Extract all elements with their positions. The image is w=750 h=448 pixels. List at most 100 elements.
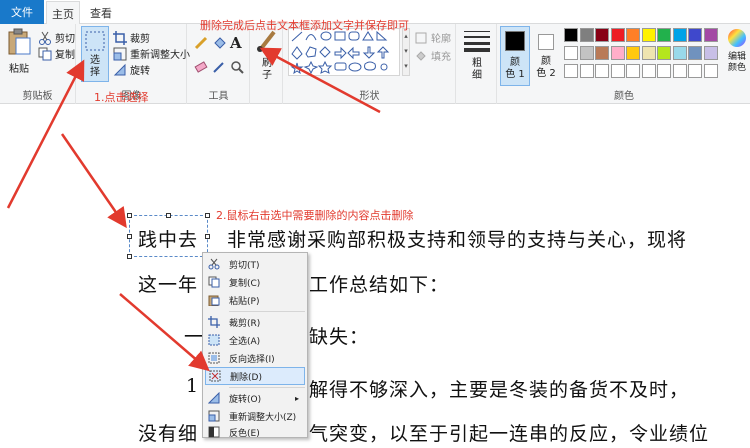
menu-item-paste[interactable]: 粘贴(P) — [205, 291, 305, 309]
clipboard-group-label: 剪贴板 — [22, 91, 53, 102]
palette-swatch[interactable] — [657, 46, 671, 60]
rotate-icon — [207, 391, 221, 405]
outline-button[interactable]: 轮廓 — [414, 30, 451, 45]
colors-group-label: 颜色 — [614, 91, 634, 102]
color2-button[interactable]: 颜 色 2 — [532, 26, 562, 86]
palette-swatch[interactable] — [564, 28, 578, 42]
shapes-gallery-scroll[interactable]: ▴ ▾ ▾ — [402, 28, 410, 76]
palette-swatch[interactable] — [688, 28, 702, 42]
resize-button[interactable]: 重新调整大小 — [113, 46, 190, 61]
context-menu: 剪切(T) 复制(C) 粘贴(P) 裁剪(R) 全选(A) 反向选择(I) 删除… — [202, 252, 308, 441]
selection-handle[interactable] — [127, 213, 132, 218]
eraser-icon[interactable] — [194, 60, 208, 74]
pencil-icon[interactable] — [194, 36, 208, 50]
doc-line-5b: 气突变，以至于引起一连串的反应，令业绩位 — [309, 423, 710, 445]
doc-line-3b: 缺失： — [309, 326, 370, 348]
color2-swatch — [538, 34, 554, 50]
selection-handle[interactable] — [205, 234, 210, 239]
palette-swatch[interactable] — [703, 46, 718, 60]
annotation-step1: 1.点击选择 — [94, 91, 149, 104]
tab-home[interactable]: 主页 — [46, 1, 80, 25]
palette-swatch[interactable] — [564, 46, 578, 60]
menu-item-rotate[interactable]: 旋转(O) ▸ — [205, 389, 305, 407]
palette-swatch[interactable] — [641, 64, 656, 78]
tab-file[interactable]: 文件 — [0, 0, 44, 24]
palette-swatch[interactable] — [626, 46, 640, 60]
shapes-gallery-icons — [290, 30, 390, 75]
palette-swatch[interactable] — [595, 28, 609, 42]
selection-handle[interactable] — [127, 254, 132, 259]
palette-swatch[interactable] — [657, 64, 671, 78]
menu-item-copy[interactable]: 复制(C) — [205, 273, 305, 291]
selection-handle[interactable] — [166, 213, 171, 218]
color1-button[interactable]: 颜 色 1 — [500, 26, 530, 86]
select-button[interactable]: 选 择 — [81, 26, 109, 82]
palette-swatch[interactable] — [595, 46, 609, 60]
doc-line-2a: 这一年 — [138, 274, 199, 296]
palette-swatch[interactable] — [610, 64, 625, 78]
palette-swatch[interactable] — [626, 64, 640, 78]
colors-group: 颜 色 1 颜 色 2 编辑 颜色 颜色 — [498, 24, 750, 104]
cut-button[interactable]: 剪切 — [38, 30, 75, 45]
fill-button[interactable]: 填充 — [414, 48, 451, 63]
size-button[interactable]: 粗 细 — [461, 28, 493, 84]
paint-canvas[interactable]: 践中去 非常感谢采购部积极支持和领导的支持与关心，现将 这一年 工作总结如下： … — [0, 105, 750, 448]
palette-swatch[interactable] — [703, 28, 718, 42]
menu-item-select-all[interactable]: 全选(A) — [205, 331, 305, 349]
menu-item-invert-selection[interactable]: 反向选择(I) — [205, 349, 305, 367]
annotation-step2: 2.鼠标右击选中需要删除的内容点击删除 — [216, 209, 414, 222]
palette-swatch[interactable] — [610, 28, 625, 42]
menu-item-delete[interactable]: 删除(D) — [205, 367, 305, 385]
text-tool-icon[interactable]: A — [230, 34, 242, 52]
fill-bucket-icon[interactable] — [212, 36, 226, 50]
palette-swatch[interactable] — [672, 46, 687, 60]
brushes-button[interactable]: 刷 子 — [253, 26, 281, 86]
palette-swatch[interactable] — [672, 64, 687, 78]
color-palette — [564, 28, 720, 84]
palette-swatch[interactable] — [579, 64, 594, 78]
palette-swatch[interactable] — [641, 46, 656, 60]
crop-icon — [113, 30, 127, 45]
resize-icon — [113, 47, 127, 61]
palette-swatch[interactable] — [657, 28, 671, 42]
menu-item-crop[interactable]: 裁剪(R) — [205, 313, 305, 331]
palette-swatch[interactable] — [579, 46, 594, 60]
select-all-icon — [207, 333, 221, 347]
doc-line-5a: 没有细 — [138, 423, 199, 445]
magnifier-icon[interactable] — [230, 60, 244, 74]
color-picker-icon[interactable] — [212, 60, 226, 74]
paste-button[interactable]: 粘贴 — [4, 28, 34, 84]
palette-swatch[interactable] — [564, 64, 578, 78]
edit-colors-button[interactable]: 编辑 颜色 — [724, 28, 750, 84]
palette-swatch[interactable] — [641, 28, 656, 42]
resize-label: 重新调整大小 — [130, 50, 190, 61]
menu-item-cut[interactable]: 剪切(T) — [205, 255, 305, 273]
fill-label: 填充 — [431, 52, 451, 63]
rotate-button[interactable]: 旋转 — [113, 62, 150, 77]
color1-label-a: 颜 — [510, 57, 520, 68]
menu-item-invert-color[interactable]: 反色(E) — [205, 423, 305, 441]
menu-item-label: 全选(A) — [229, 336, 261, 347]
palette-swatch[interactable] — [610, 46, 625, 60]
palette-swatch[interactable] — [579, 28, 594, 42]
crop-button[interactable]: 裁剪 — [113, 30, 150, 45]
tab-view[interactable]: 查看 — [84, 1, 118, 24]
copy-label: 复制 — [55, 50, 75, 61]
palette-swatch[interactable] — [703, 64, 718, 78]
copy-icon — [207, 275, 221, 289]
clipboard-group: 粘贴 剪切 复制 剪贴板 — [0, 24, 76, 104]
doc-line-2b: 工作总结如下： — [309, 274, 450, 296]
selection-handle[interactable] — [205, 213, 210, 218]
palette-swatch[interactable] — [672, 28, 687, 42]
palette-swatch[interactable] — [626, 28, 640, 42]
palette-swatch[interactable] — [688, 46, 702, 60]
color2-label-b: 色 2 — [536, 68, 556, 79]
palette-swatch[interactable] — [688, 64, 702, 78]
menu-separator — [229, 311, 305, 312]
scissors-icon — [207, 257, 221, 271]
copy-button[interactable]: 复制 — [38, 46, 75, 61]
palette-swatch[interactable] — [595, 64, 609, 78]
selection-handle[interactable] — [127, 234, 132, 239]
submenu-arrow-icon: ▸ — [294, 393, 299, 403]
shapes-gallery[interactable] — [288, 28, 400, 76]
